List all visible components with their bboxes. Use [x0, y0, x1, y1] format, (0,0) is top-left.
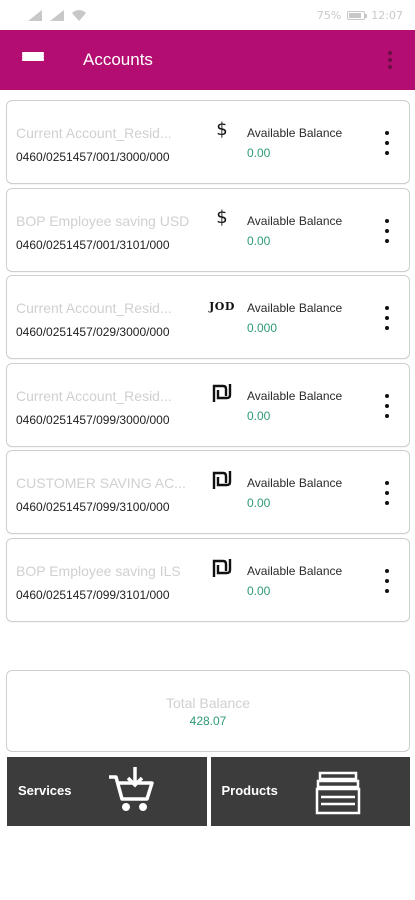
- account-menu-button[interactable]: [377, 218, 397, 243]
- balance-label: Available Balance: [247, 213, 343, 228]
- account-number: 0460/0251457/099/3100/000: [16, 500, 170, 514]
- balance-label: Available Balance: [247, 126, 343, 140]
- products-label: Products: [221, 783, 278, 798]
- app-bar: Accounts: [0, 30, 415, 90]
- dollar-icon: $: [216, 206, 228, 228]
- account-menu-button[interactable]: [377, 306, 397, 330]
- overflow-menu-button[interactable]: [375, 30, 405, 90]
- balance-value: 0.000: [247, 321, 278, 335]
- balance-value: 0.00: [247, 496, 271, 510]
- services-label: Services: [18, 783, 72, 798]
- hamburger-icon: [22, 52, 44, 68]
- balance-value: 0.00: [247, 146, 271, 160]
- total-balance-value: 428.07: [189, 714, 227, 728]
- clock: 12:07: [371, 8, 403, 22]
- products-button[interactable]: Products: [210, 757, 410, 826]
- account-number: 0460/0251457/001/3101/000: [16, 237, 170, 252]
- account-name: BOP Employee saving ILS: [16, 562, 181, 579]
- services-button[interactable]: Services: [7, 757, 207, 826]
- dot-icon: [388, 65, 392, 69]
- page-title: Accounts: [83, 50, 153, 69]
- balance-label: Available Balance: [247, 563, 343, 578]
- account-card[interactable]: Current Account_Resid... 0460/0251457/00…: [6, 100, 410, 184]
- accounts-list: Current Account_Resid... 0460/0251457/00…: [6, 100, 410, 625]
- cart-add-icon: [107, 767, 157, 818]
- jod-icon: JOD: [209, 300, 235, 313]
- battery-icon: [347, 10, 368, 20]
- stack-icon: [315, 771, 361, 820]
- balance-value: 0.00: [247, 408, 271, 423]
- account-name: BOP Employee saving USD: [16, 212, 190, 229]
- bottom-actions: Services Products: [7, 757, 410, 826]
- account-menu-button[interactable]: [377, 481, 397, 505]
- balance-value: 0.00: [247, 233, 271, 248]
- signal-icon: [28, 9, 42, 21]
- status-bar: 75% 12:07: [0, 0, 415, 30]
- account-number: 0460/0251457/029/3000/000: [16, 325, 170, 339]
- balance-label: Available Balance: [247, 476, 343, 490]
- total-balance-label: Total Balance: [165, 695, 251, 711]
- dollar-icon: $: [216, 119, 228, 140]
- account-number: 0460/0251457/099/3101/000: [16, 587, 170, 602]
- shekel-icon: [207, 557, 237, 577]
- shekel-icon: [207, 382, 237, 402]
- account-name: Current Account_Resid...: [16, 125, 172, 141]
- battery-percent: 75%: [316, 8, 342, 22]
- account-name: Current Account_Resid...: [16, 387, 172, 404]
- account-menu-button[interactable]: [377, 393, 397, 418]
- shekel-icon: [207, 469, 237, 489]
- menu-button[interactable]: [0, 30, 66, 90]
- status-icons-right: 75% 12:07: [317, 9, 403, 22]
- account-card[interactable]: CUSTOMER SAVING AC... 0460/0251457/099/3…: [6, 450, 410, 534]
- wifi-icon: [72, 9, 86, 21]
- account-number: 0460/0251457/001/3000/000: [16, 150, 170, 164]
- account-card[interactable]: BOP Employee saving ILS 0460/0251457/099…: [6, 537, 410, 622]
- balance-label: Available Balance: [247, 301, 343, 315]
- total-balance-card: Total Balance 428.07: [6, 670, 410, 752]
- account-menu-button[interactable]: [377, 131, 397, 155]
- account-name: CUSTOMER SAVING AC...: [16, 475, 186, 491]
- dot-icon: [388, 51, 392, 55]
- account-number: 0460/0251457/099/3000/000: [16, 412, 170, 427]
- account-card[interactable]: BOP Employee saving USD 0460/0251457/001…: [6, 187, 410, 272]
- account-card[interactable]: Current Account_Resid... 0460/0251457/02…: [6, 275, 410, 359]
- account-menu-button[interactable]: [377, 568, 397, 593]
- account-name: Current Account_Resid...: [16, 300, 172, 316]
- balance-value: 0.00: [247, 583, 271, 598]
- balance-label: Available Balance: [247, 388, 343, 403]
- account-card[interactable]: Current Account_Resid... 0460/0251457/09…: [6, 362, 410, 447]
- status-icons-left: [28, 9, 86, 21]
- dot-icon: [388, 58, 392, 62]
- signal-icon: [50, 9, 64, 21]
